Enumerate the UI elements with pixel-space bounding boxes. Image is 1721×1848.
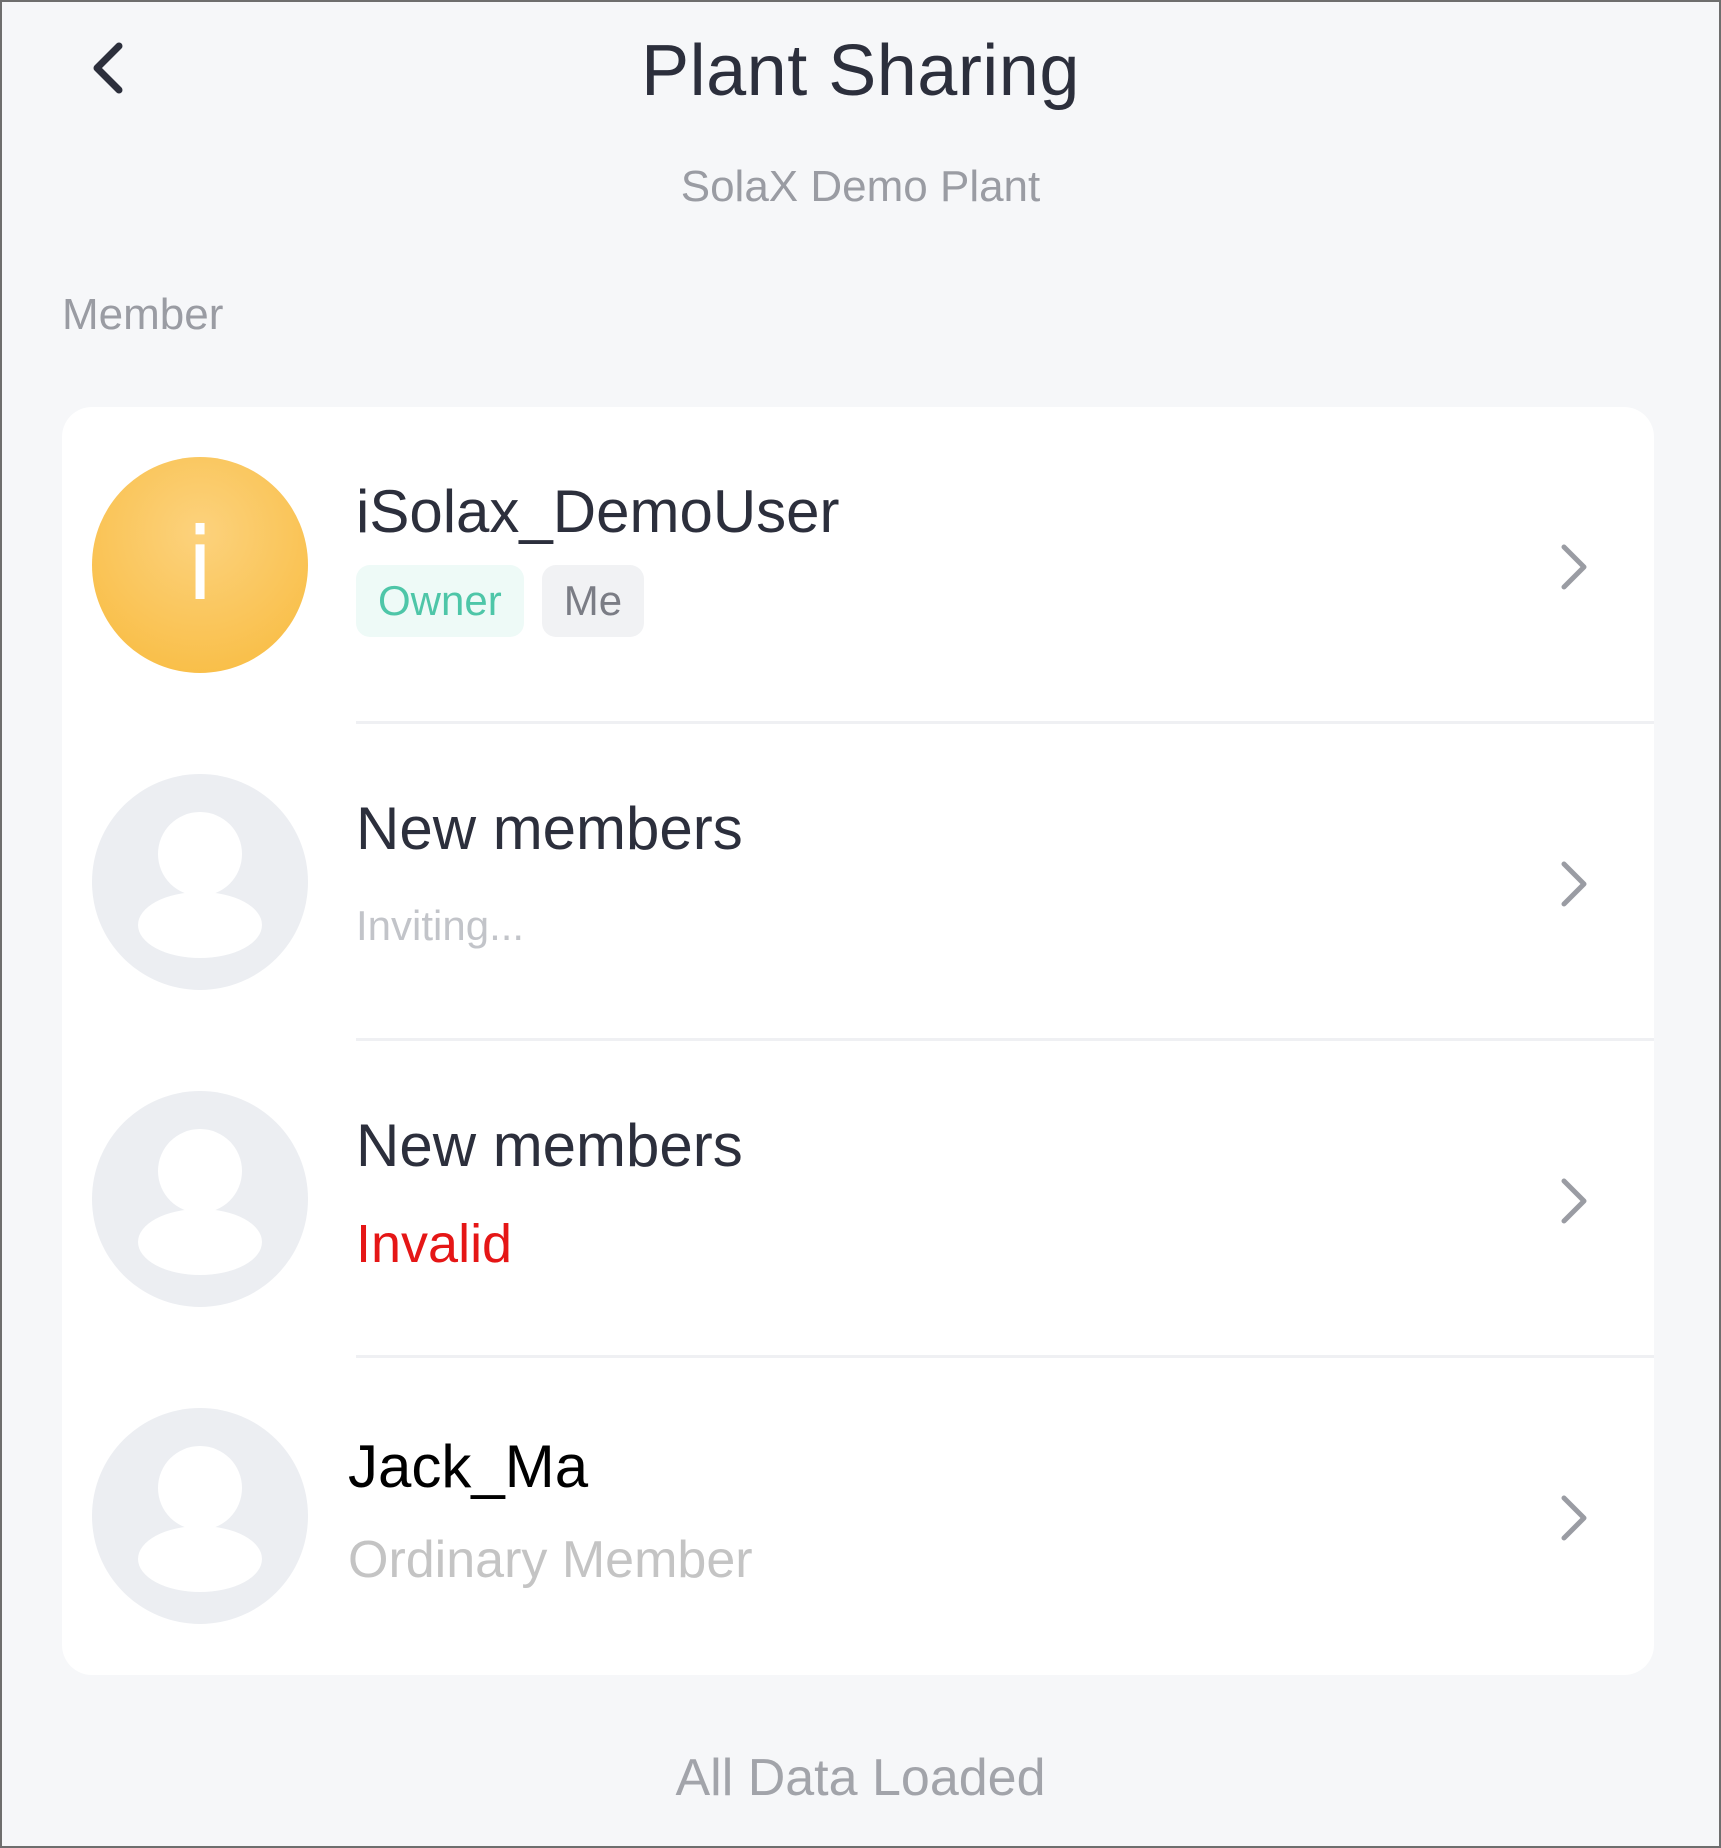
member-row-invalid[interactable]: New members Invalid: [62, 1041, 1654, 1358]
member-name: Jack_Ma: [348, 1433, 589, 1500]
avatar-placeholder-icon: [92, 1091, 308, 1307]
plant-name: SolaX Demo Plant: [680, 162, 1041, 211]
member-status: Inviting...: [356, 902, 525, 949]
member-list: i iSolax_DemoUser Owner Me New members I…: [62, 407, 1654, 1675]
chevron-right-icon: [1561, 1495, 1587, 1541]
load-status: All Data Loaded: [675, 1749, 1046, 1807]
chevron-right-icon: [1561, 861, 1587, 907]
chevron-right-icon: [1561, 544, 1587, 590]
member-name: New members: [356, 1112, 743, 1179]
member-row-owner[interactable]: i iSolax_DemoUser Owner Me: [62, 407, 1654, 724]
avatar-placeholder-icon: [92, 1408, 308, 1624]
avatar: i: [92, 457, 308, 673]
member-row-inviting[interactable]: New members Inviting...: [62, 724, 1654, 1041]
me-badge: Me: [541, 565, 645, 637]
member-row-jack-ma[interactable]: Jack_Ma Ordinary Member: [62, 1358, 1654, 1675]
member-status: Invalid: [356, 1214, 513, 1274]
plant-sharing-screen: Plant Sharing SolaX Demo Plant Member i …: [0, 0, 1721, 1848]
avatar-placeholder-icon: [92, 774, 308, 990]
page-title: Plant Sharing: [641, 31, 1080, 111]
section-label-member: Member: [62, 290, 224, 339]
member-status: Ordinary Member: [348, 1531, 753, 1589]
member-tags: Owner Me: [356, 565, 645, 637]
chevron-right-icon: [1561, 1178, 1587, 1224]
member-name: New members: [356, 795, 743, 862]
owner-badge: Owner: [356, 565, 524, 637]
member-name: iSolax_DemoUser: [356, 478, 840, 545]
